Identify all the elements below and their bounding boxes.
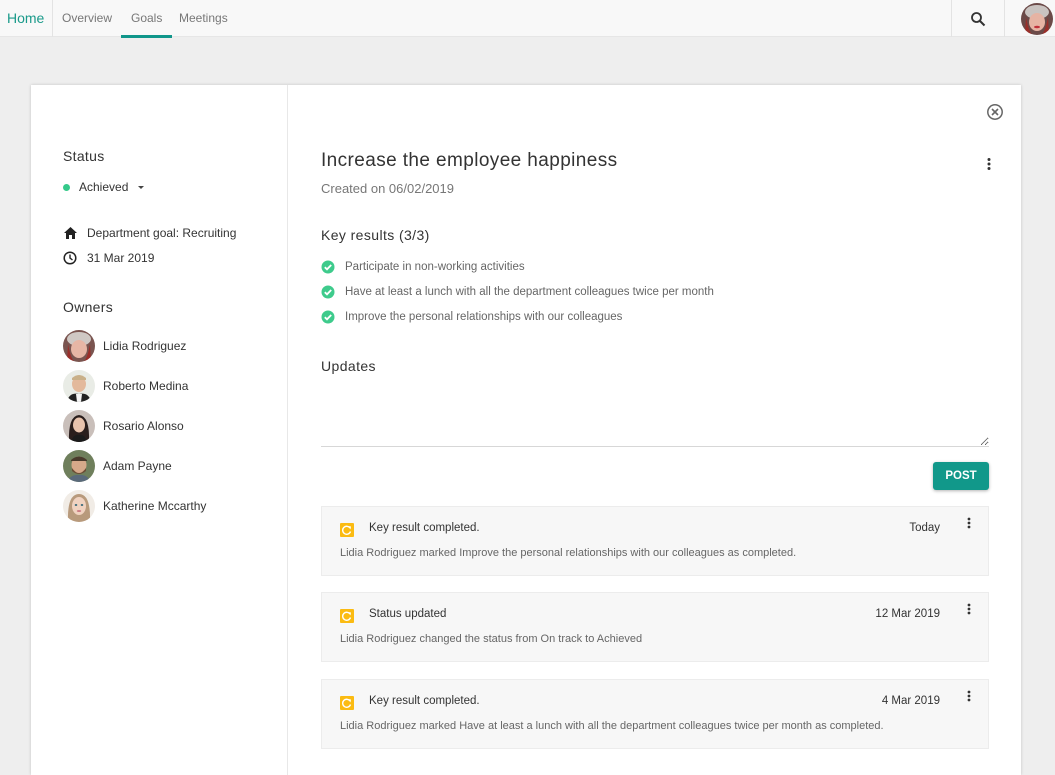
more-vertical-icon	[967, 690, 971, 702]
update-more-options-button[interactable]	[964, 603, 974, 617]
owner-name: Rosario Alonso	[103, 419, 184, 433]
goal-more-options-button[interactable]	[984, 157, 994, 173]
more-vertical-icon	[967, 603, 971, 615]
owner-name: Roberto Medina	[103, 379, 189, 393]
owner-item[interactable]: Lidia Rodriguez	[63, 330, 186, 362]
owner-name: Adam Payne	[103, 459, 172, 473]
update-input[interactable]	[321, 385, 989, 447]
owner-avatar	[63, 450, 95, 482]
update-date: 4 Mar 2019	[881, 695, 940, 707]
update-more-options-button[interactable]	[964, 690, 974, 704]
post-button[interactable]: POST	[933, 462, 989, 490]
key-result-text: Participate in non-working activities	[345, 261, 525, 273]
department-goal-label: Department goal: Recruiting	[87, 226, 237, 240]
tab-meetings[interactable]: Meetings	[179, 0, 228, 37]
status-dropdown[interactable]: Achieved	[63, 180, 145, 194]
goal-sidebar: Status Achieved Department goal: Recruit…	[31, 85, 288, 775]
close-circle-icon	[987, 104, 1003, 120]
check-circle-icon	[321, 310, 335, 324]
search-icon	[971, 11, 986, 26]
close-button[interactable]	[986, 103, 1004, 121]
update-body: Lidia Rodriguez marked Have at least a l…	[340, 720, 884, 732]
refresh-icon	[340, 609, 354, 623]
clock-icon	[63, 251, 77, 265]
owner-item[interactable]: Adam Payne	[63, 450, 172, 482]
more-vertical-icon	[987, 158, 991, 170]
goal-title: Increase the employee happiness	[321, 150, 618, 171]
key-result-text: Have at least a lunch with all the depar…	[345, 286, 714, 298]
goal-created-date: Created on 06/02/2019	[321, 181, 454, 196]
update-item: Key result completed. Today Lidia Rodrig…	[321, 506, 989, 576]
home-link[interactable]: Home	[0, 0, 53, 37]
department-goal: Department goal: Recruiting	[63, 226, 236, 240]
owner-item[interactable]: Katherine Mccarthy	[63, 490, 206, 522]
refresh-icon	[340, 696, 354, 710]
key-result-text: Improve the personal relationships with …	[345, 311, 623, 323]
avatar-image	[1021, 3, 1053, 35]
check-circle-icon	[321, 285, 335, 299]
user-avatar[interactable]	[1021, 3, 1053, 35]
key-result-item: Improve the personal relationships with …	[321, 310, 622, 324]
owner-item[interactable]: Rosario Alonso	[63, 410, 184, 442]
home-icon	[63, 226, 77, 240]
owner-name: Katherine Mccarthy	[103, 499, 207, 513]
tab-overview[interactable]: Overview	[62, 0, 112, 37]
due-date-label: 31 Mar 2019	[87, 251, 155, 265]
update-item: Status updated 12 Mar 2019 Lidia Rodrigu…	[321, 592, 989, 662]
update-more-options-button[interactable]	[964, 517, 974, 531]
owner-avatar	[63, 410, 95, 442]
update-body: Lidia Rodriguez changed the status from …	[340, 633, 643, 645]
updates-heading: Updates	[321, 358, 376, 374]
owner-name: Lidia Rodriguez	[103, 339, 187, 353]
top-navigation-bar: Home Overview Goals Meetings	[0, 0, 1055, 38]
status-value: Achieved	[79, 180, 129, 194]
key-result-item: Participate in non-working activities	[321, 260, 525, 274]
due-date: 31 Mar 2019	[63, 251, 154, 265]
goal-detail-card: Status Achieved Department goal: Recruit…	[31, 85, 1021, 775]
owner-item[interactable]: Roberto Medina	[63, 370, 188, 402]
search-button[interactable]	[951, 0, 1005, 37]
update-date: Today	[909, 522, 940, 534]
owner-avatar	[63, 370, 95, 402]
status-heading: Status	[63, 148, 105, 164]
check-circle-icon	[321, 260, 335, 274]
refresh-icon	[340, 523, 354, 537]
update-date: 12 Mar 2019	[875, 608, 940, 620]
owner-avatar	[63, 330, 95, 362]
tab-goals[interactable]: Goals	[120, 0, 173, 38]
key-results-heading: Key results (3/3)	[321, 227, 430, 243]
owner-avatar	[63, 490, 95, 522]
update-title: Key result completed.	[369, 695, 480, 707]
owners-heading: Owners	[63, 299, 114, 315]
update-title: Key result completed.	[369, 522, 480, 534]
more-vertical-icon	[967, 517, 971, 529]
caret-down-icon	[138, 185, 145, 189]
status-dot-icon	[63, 183, 70, 191]
update-item: Key result completed. 4 Mar 2019 Lidia R…	[321, 679, 989, 749]
key-result-item: Have at least a lunch with all the depar…	[321, 285, 714, 299]
update-body: Lidia Rodriguez marked Improve the perso…	[340, 547, 797, 559]
update-title: Status updated	[369, 608, 447, 620]
